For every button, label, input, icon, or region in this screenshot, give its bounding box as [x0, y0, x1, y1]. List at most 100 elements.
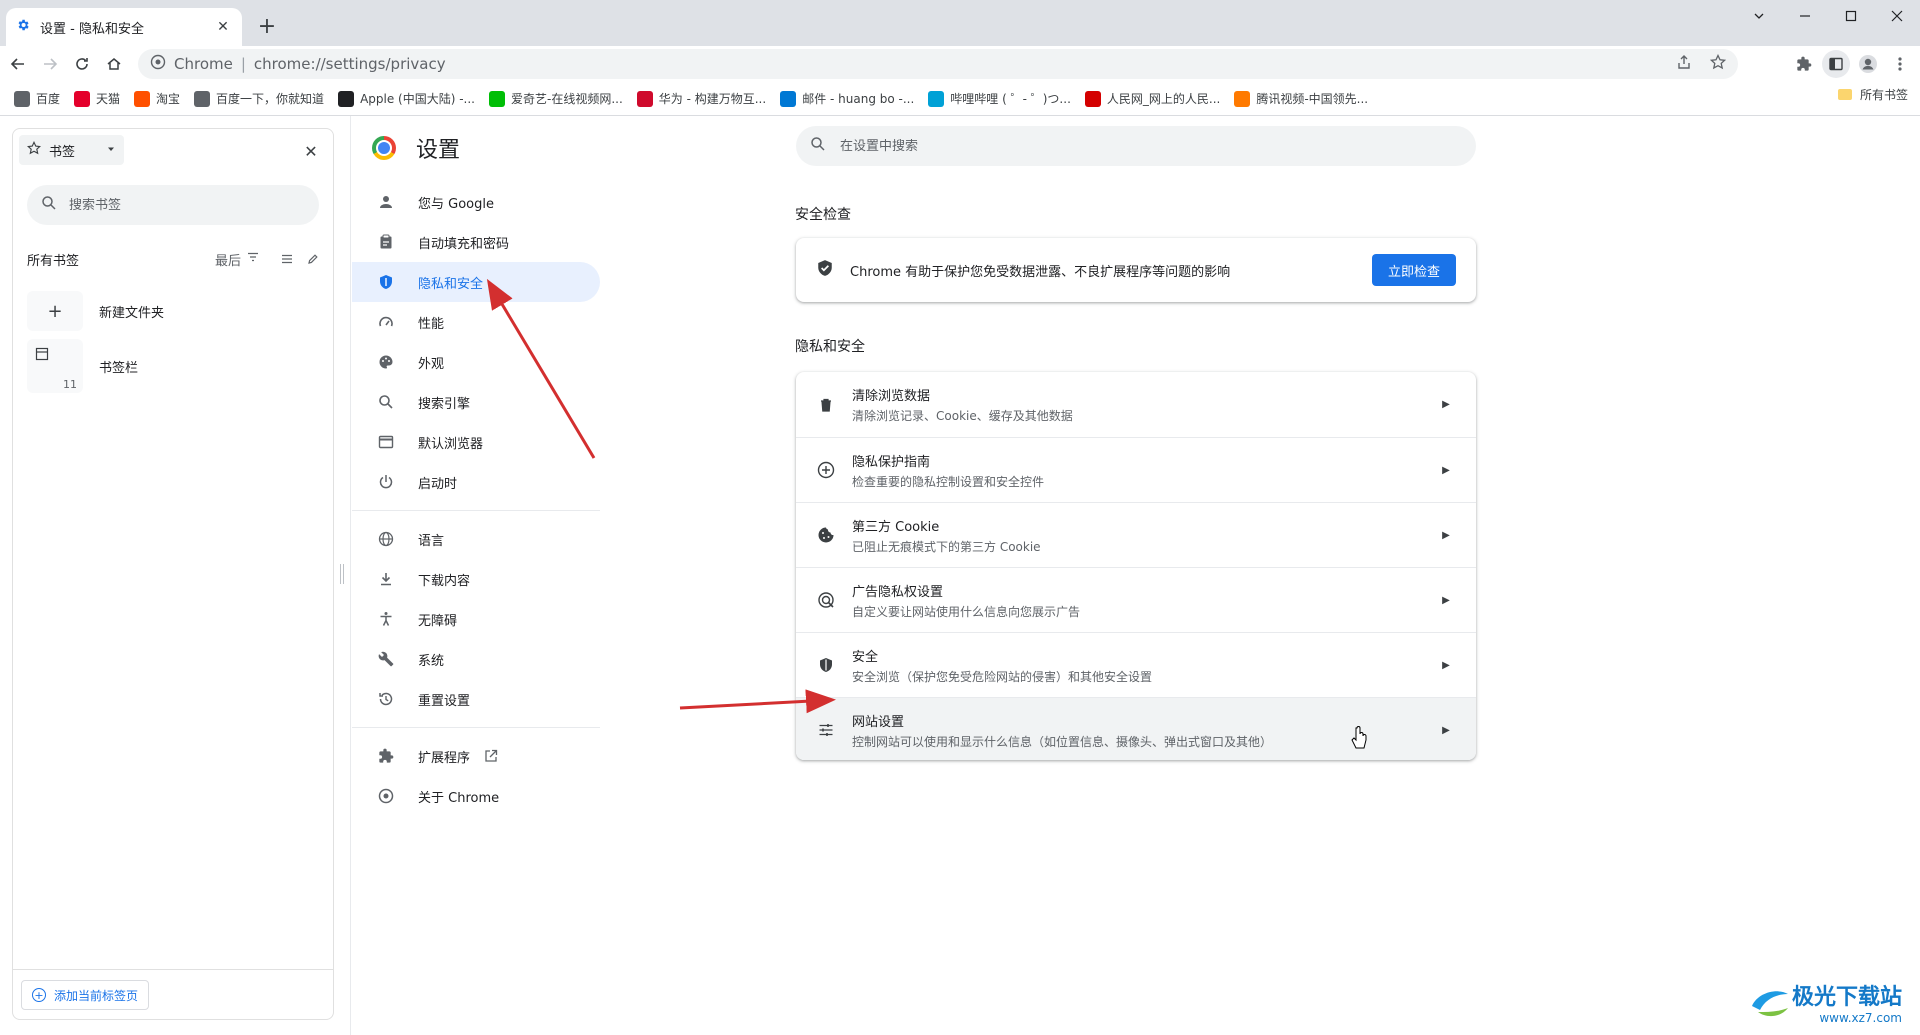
nav-item-about-chrome[interactable]: 关于 Chrome — [352, 776, 600, 816]
settings-search-input[interactable] — [840, 138, 1440, 154]
address-bar[interactable]: Chrome | chrome://settings/privacy — [138, 49, 1738, 79]
list-view-icon[interactable] — [277, 249, 297, 269]
nav-label: 下载内容 — [418, 573, 471, 589]
bookmark-label: 淘宝 — [156, 92, 181, 106]
bookmark-search-input[interactable] — [69, 197, 299, 213]
favicon-icon — [74, 90, 91, 107]
palette-icon — [376, 352, 396, 372]
nav-label: 语言 — [418, 533, 445, 549]
clipboard-icon — [376, 232, 396, 252]
favicon-icon — [780, 90, 797, 107]
nav-item-privacy-security[interactable]: 隐私和安全 — [352, 262, 600, 302]
more-menu-icon[interactable] — [1886, 50, 1914, 78]
nav-item-you-and-google[interactable]: 您与 Google — [352, 182, 600, 222]
share-icon[interactable] — [1676, 54, 1692, 74]
bookmark-item[interactable]: 华为 - 构建万物互... — [631, 86, 772, 112]
bookmark-item[interactable]: 人民网_网上的人民... — [1079, 86, 1226, 112]
new-tab-button[interactable]: + — [254, 14, 280, 40]
nav-label: 自动填充和密码 — [418, 236, 510, 252]
nav-label: 系统 — [418, 653, 445, 669]
speedometer-icon — [376, 312, 396, 332]
side-panel-icon[interactable] — [1822, 50, 1850, 78]
url-text[interactable]: chrome://settings/privacy — [254, 55, 446, 73]
bookmark-item[interactable]: 百度一下，你就知道 — [188, 86, 330, 112]
forward-button[interactable] — [34, 48, 66, 80]
maximize-button[interactable] — [1828, 0, 1874, 32]
tab-strip: 设置 - 隐私和安全 ✕ + — [0, 0, 1920, 46]
nav-label: 性能 — [418, 316, 445, 332]
row-privacy-guide[interactable]: 隐私保护指南 检查重要的隐私控制设置和安全控件 ▶ — [796, 437, 1476, 502]
bookmark-label: 哔哩哔哩 ( ゜- ゜)つ... — [950, 92, 1071, 106]
arrow-right-icon: ▶ — [1442, 594, 1450, 606]
bookmark-label: 腾讯视频-中国领先... — [1256, 92, 1369, 106]
ad-privacy-icon — [816, 590, 836, 610]
nav-item-downloads[interactable]: 下载内容 — [352, 559, 600, 599]
sort-button[interactable]: 最后 — [215, 250, 259, 269]
nav-item-extensions[interactable]: 扩展程序 — [352, 736, 600, 776]
nav-divider — [352, 510, 600, 511]
bookmark-item[interactable]: 天猫 — [68, 86, 126, 112]
nav-item-default-browser[interactable]: 默认浏览器 — [352, 422, 600, 462]
close-icon[interactable]: ✕ — [299, 139, 323, 163]
accessibility-icon — [376, 609, 396, 629]
row-clear-browsing-data[interactable]: 清除浏览数据 清除浏览记录、Cookie、缓存及其他数据 ▶ — [796, 372, 1476, 437]
row-site-settings[interactable]: 网站设置 控制网站可以使用和显示什么信息（如位置信息、摄像头、弹出式窗口及其他） … — [796, 697, 1476, 760]
all-bookmarks-button[interactable]: 所有书签 — [1837, 86, 1908, 103]
nav-item-autofill[interactable]: 自动填充和密码 — [352, 222, 600, 262]
all-bookmarks-label: 所有书签 — [1859, 88, 1908, 102]
favicon-icon — [489, 90, 505, 107]
nav-item-appearance[interactable]: 外观 — [352, 342, 600, 382]
bookmark-item[interactable]: 淘宝 — [128, 86, 186, 112]
bookmarks-side-panel: 书签 ✕ 所有书签 最后 + 新建文件夹 — [12, 128, 334, 1020]
bookmark-search[interactable] — [27, 185, 319, 225]
search-icon — [376, 392, 396, 412]
bookmark-item[interactable]: 百度 — [8, 86, 66, 112]
edit-pencil-icon[interactable] — [303, 249, 323, 269]
shield-icon — [816, 655, 836, 675]
chevron-down-icon[interactable] — [1736, 0, 1782, 32]
bookmark-item[interactable]: 腾讯视频-中国领先... — [1228, 86, 1374, 112]
row-security[interactable]: 安全 安全浏览（保护您免受危险网站的侵害）和其他安全设置 ▶ — [796, 632, 1476, 697]
list-item-new-folder[interactable]: + 新建文件夹 — [27, 291, 323, 331]
star-icon[interactable] — [1709, 53, 1727, 74]
minimize-button[interactable] — [1782, 0, 1828, 32]
privacy-security-heading: 隐私和安全 — [795, 339, 865, 355]
close-window-button[interactable] — [1874, 0, 1920, 32]
shield-icon — [376, 272, 396, 292]
tab-settings-privacy[interactable]: 设置 - 隐私和安全 ✕ — [6, 8, 242, 46]
check-now-button[interactable]: 立即检查 — [1371, 254, 1456, 286]
plus-circle-icon: + — [32, 988, 46, 1002]
profile-avatar-icon[interactable] — [1854, 50, 1882, 78]
add-current-tab-button[interactable]: + 添加当前标签页 — [21, 980, 150, 1010]
nav-item-languages[interactable]: 语言 — [352, 519, 600, 559]
home-button[interactable] — [98, 48, 130, 80]
nav-item-reset-settings[interactable]: 重置设置 — [352, 679, 600, 719]
page-title: 设置 — [416, 138, 461, 163]
back-button[interactable] — [2, 48, 34, 80]
bookmark-item[interactable]: 哔哩哔哩 ( ゜- ゜)つ... — [922, 86, 1077, 112]
folder-icon — [35, 345, 49, 366]
side-panel-resize-handle[interactable] — [340, 564, 344, 584]
nav-item-system[interactable]: 系统 — [352, 639, 600, 679]
nav-label: 关于 Chrome — [418, 790, 500, 806]
side-panel-selector[interactable]: 书签 — [19, 135, 124, 165]
nav-item-on-startup[interactable]: 启动时 — [352, 462, 600, 502]
settings-search[interactable] — [796, 126, 1476, 166]
close-icon[interactable]: ✕ — [214, 18, 232, 36]
bookmark-item[interactable]: 邮件 - huang bo -... — [774, 86, 920, 112]
watermark-text: 极光下载站 — [1791, 985, 1902, 1010]
puzzle-icon[interactable] — [1790, 50, 1818, 78]
row-third-party-cookies[interactable]: 第三方 Cookie 已阻止无痕模式下的第三方 Cookie ▶ — [796, 502, 1476, 567]
list-item-bookmarks-bar[interactable]: 11 书签栏 — [27, 339, 323, 393]
nav-item-search-engine[interactable]: 搜索引擎 — [352, 382, 600, 422]
bookmark-item[interactable]: Apple (中国大陆) -... — [332, 86, 481, 112]
bookmark-item[interactable]: 爱奇艺-在线视频网... — [483, 86, 629, 112]
bookmark-label: 爱奇艺-在线视频网... — [511, 92, 623, 106]
nav-label: 您与 Google — [418, 196, 494, 212]
reload-button[interactable] — [66, 48, 98, 80]
row-title: 广告隐私权设置 — [852, 584, 944, 600]
row-ad-privacy[interactable]: 广告隐私权设置 自定义要让网站使用什么信息向您展示广告 ▶ — [796, 567, 1476, 632]
nav-item-performance[interactable]: 性能 — [352, 302, 600, 342]
nav-item-accessibility[interactable]: 无障碍 — [352, 599, 600, 639]
compass-plus-icon — [816, 460, 836, 480]
